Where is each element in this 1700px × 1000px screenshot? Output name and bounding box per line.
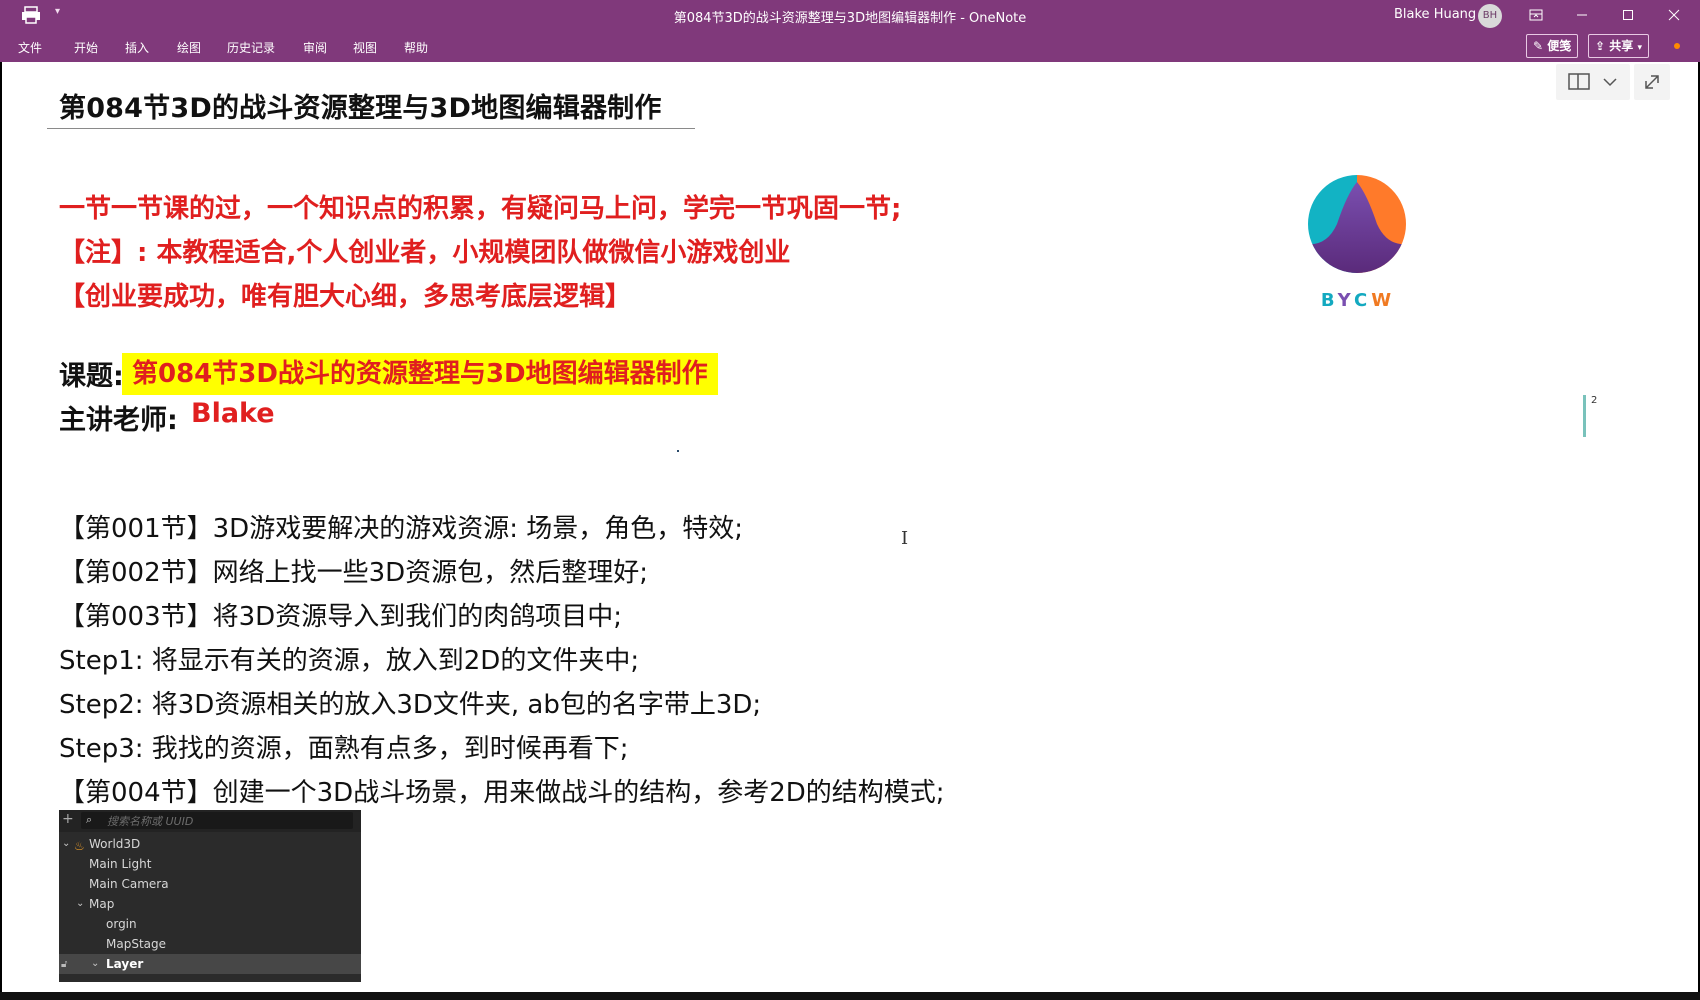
ink-dot — [677, 450, 679, 452]
ribbon-tabs: 文件 开始 插入 绘图 历史记录 审阅 视图 帮助 ✎ 便笺 ⇪ 共享 ▾ — [0, 31, 1700, 62]
note-line[interactable]: Step1: 将显示有关的资源，放入到2D的文件夹中; — [59, 640, 639, 677]
chevron-down-icon: ▾ — [1637, 43, 1642, 53]
tree-node-label: Main Light — [89, 857, 152, 871]
sticky-notes-button[interactable]: ✎ 便笺 — [1526, 34, 1579, 58]
notification-dot[interactable] — [1674, 43, 1680, 49]
chevron-down-icon[interactable]: ⌄ — [76, 894, 84, 914]
chevron-down-icon[interactable]: ⌄ — [91, 954, 99, 974]
sticky-notes-label: 便笺 — [1547, 39, 1572, 53]
user-name[interactable]: Blake Huang — [1394, 7, 1476, 22]
tab-review[interactable]: 审阅 — [303, 39, 327, 56]
topic-label[interactable]: 课题: — [59, 354, 124, 393]
tree-node-label: Layer — [106, 957, 144, 971]
book-icon — [1568, 73, 1590, 90]
tree-node-label: MapStage — [106, 937, 166, 951]
search-placeholder: 搜索名称或 UUID — [107, 815, 194, 828]
tree-node-layer[interactable]: 🔓︎ ⌄ Layer — [59, 954, 361, 974]
tree-node-mapstage[interactable]: MapStage — [59, 934, 361, 954]
tree-node-world3d[interactable]: ⌄ ♨ World3D — [59, 834, 361, 854]
search-icon: ⌕ — [86, 813, 93, 826]
chevron-down-icon — [1603, 78, 1617, 87]
tab-help[interactable]: 帮助 — [404, 39, 428, 56]
tree-node-orgin[interactable]: orgin — [59, 914, 361, 934]
red-note-line[interactable]: 【创业要成功，唯有胆大心细，多思考底层逻辑】 — [59, 276, 631, 313]
close-button[interactable] — [1652, 0, 1696, 31]
avatar[interactable]: BH — [1478, 4, 1502, 28]
logo-text: BYCW — [1320, 290, 1396, 311]
tree-node-label: orgin — [106, 917, 137, 931]
tree-node-label: World3D — [89, 837, 141, 851]
tab-view[interactable]: 视图 — [353, 39, 377, 56]
ribbon-display-options-icon[interactable] — [1514, 0, 1558, 31]
share-button[interactable]: ⇪ 共享 ▾ — [1588, 34, 1649, 58]
bycw-logo — [1308, 175, 1406, 273]
search-input[interactable]: ⌕ 搜索名称或 UUID — [81, 812, 353, 829]
red-note-line[interactable]: 一节一节课的过，一个知识点的积累，有疑问马上问，学完一节巩固一节; — [59, 188, 901, 225]
chevron-down-icon[interactable]: ⌄ — [62, 834, 70, 854]
tab-home[interactable]: 开始 — [74, 39, 98, 56]
sticky-notes-icon: ✎ — [1533, 39, 1544, 53]
tree-node-label: Main Camera — [89, 877, 169, 891]
tab-insert[interactable]: 插入 — [125, 39, 149, 56]
tab-history[interactable]: 历史记录 — [227, 39, 275, 56]
page-title[interactable]: 第084节3D的战斗资源整理与3D地图编辑器制作 — [59, 86, 662, 125]
hierarchy-toolbar: + ⌕ 搜索名称或 UUID — [59, 810, 361, 832]
share-icon: ⇪ — [1595, 39, 1606, 53]
expand-button[interactable] — [1634, 64, 1670, 100]
page-view-toggle[interactable] — [1556, 64, 1630, 100]
teacher-label[interactable]: 主讲老师: — [59, 398, 178, 437]
red-note-line[interactable]: 【注】: 本教程适合,个人创业者，小规模团队做微信小游戏创业 — [59, 232, 790, 269]
add-node-icon[interactable]: + — [62, 811, 74, 827]
note-line[interactable]: 【第003节】将3D资源导入到我们的肉鸽项目中; — [59, 596, 622, 633]
maximize-button[interactable] — [1606, 0, 1650, 31]
hierarchy-panel-image[interactable]: + ⌕ 搜索名称或 UUID ⌄ ♨ World3D Main Light Ma… — [59, 810, 361, 982]
note-line[interactable]: Step3: 我找的资源，面熟有点多，到时候再看下; — [59, 728, 629, 765]
tree-node-main-light[interactable]: Main Light — [59, 854, 361, 874]
note-line[interactable]: 【第002节】网络上找一些3D资源包，然后整理好; — [59, 552, 648, 589]
topic-value[interactable]: 第084节3D战斗的资源整理与3D地图编辑器制作 — [122, 353, 718, 395]
tree-node-main-camera[interactable]: Main Camera — [59, 874, 361, 894]
teacher-name[interactable]: Blake — [191, 398, 275, 429]
window-bottom-edge — [0, 992, 1700, 1000]
minimize-button[interactable] — [1560, 0, 1604, 31]
text-cursor-icon: I — [901, 528, 909, 549]
title-divider — [47, 128, 695, 129]
note-page[interactable]: 第084节3D的战斗资源整理与3D地图编辑器制作 一节一节课的过，一个知识点的积… — [2, 62, 1698, 992]
page-marker-number: 2 — [1591, 395, 1598, 406]
lock-icon[interactable]: 🔓︎ — [61, 955, 67, 975]
note-line[interactable]: 【第001节】3D游戏要解决的游戏资源: 场景，角色，特效; — [59, 508, 743, 545]
title-bar: ▾ 第084节3D的战斗资源整理与3D地图编辑器制作 - OneNote Bla… — [0, 0, 1700, 31]
expand-icon — [1645, 75, 1659, 89]
scene-icon: ♨ — [74, 839, 85, 853]
share-label: 共享 — [1609, 39, 1634, 53]
note-line[interactable]: Step2: 将3D资源相关的放入3D文件夹, ab包的名字带上3D; — [59, 684, 761, 721]
note-line[interactable]: 【第004节】创建一个3D战斗场景，用来做战斗的结构，参考2D的结构模式; — [59, 772, 945, 809]
tab-file[interactable]: 文件 — [18, 39, 42, 56]
tree-node-label: Map — [89, 897, 115, 911]
tab-draw[interactable]: 绘图 — [177, 39, 201, 56]
page-marker-bar[interactable] — [1583, 395, 1586, 437]
tree-node-map[interactable]: ⌄ Map — [59, 894, 361, 914]
